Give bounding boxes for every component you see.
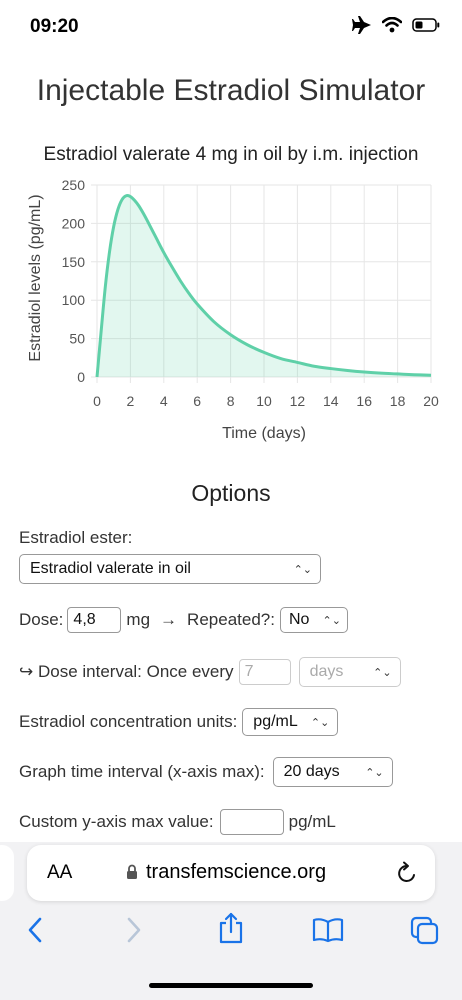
units-select-value: pg/mL <box>253 713 298 730</box>
lock-icon <box>127 864 137 879</box>
x-tick-label: 16 <box>356 393 372 409</box>
share-icon[interactable] <box>218 912 244 944</box>
x-axis-ticks: 0 2 4 6 8 10 12 14 16 18 20 <box>93 393 439 409</box>
graph-interval-row: Graph time interval (x-axis max): 20 day… <box>19 757 393 787</box>
ymax-row: Custom y-axis max value: pg/mL <box>19 809 336 835</box>
graph-interval-label: Graph time interval (x-axis max): <box>19 762 265 781</box>
y-axis-ticks: 0 50 100 150 200 250 <box>62 177 86 385</box>
ymax-unit: pg/mL <box>288 812 336 831</box>
ymax-input[interactable] <box>219 809 284 835</box>
repeated-label: Repeated?: <box>187 610 275 629</box>
bookmarks-icon[interactable] <box>312 917 344 943</box>
dose-interval-label: ↪ Dose interval: Once every <box>19 662 234 681</box>
status-icons <box>352 16 440 34</box>
x-tick-label: 8 <box>227 393 235 409</box>
x-tick-label: 6 <box>193 393 201 409</box>
y-tick-label: 250 <box>62 177 86 193</box>
x-tick-label: 10 <box>256 393 272 409</box>
dose-input[interactable]: 4,8 <box>67 607 122 633</box>
dose-label: Dose: <box>19 610 64 629</box>
dose-interval-row: ↪ Dose interval: Once every 7 days ⌃⌄ <box>19 657 401 687</box>
updown-chevron-icon: ⌃⌄ <box>365 766 384 779</box>
y-tick-label: 100 <box>62 292 86 308</box>
graph-interval-select[interactable]: 20 days ⌃⌄ <box>272 757 393 787</box>
airplane-icon <box>352 16 371 34</box>
dose-interval-unit-select[interactable]: days ⌃⌄ <box>298 657 401 687</box>
url-text[interactable]: transfemscience.org <box>146 861 326 884</box>
arrow-icon: → <box>160 610 178 629</box>
dose-interval-unit-value: days <box>309 663 344 680</box>
tabs-icon[interactable] <box>410 916 440 946</box>
home-indicator <box>149 983 313 988</box>
x-tick-label: 4 <box>160 393 168 409</box>
graph-interval-select-value: 20 days <box>283 763 340 780</box>
battery-icon <box>412 18 440 32</box>
ester-label: Estradiol ester: <box>19 528 133 547</box>
updown-chevron-icon: ⌃⌄ <box>310 716 330 729</box>
x-axis-label: Time (days) <box>222 425 306 442</box>
ester-select[interactable]: Estradiol valerate in oil ⌃⌄ <box>19 554 321 584</box>
updown-chevron-icon: ⌃⌄ <box>322 614 341 627</box>
x-tick-label: 0 <box>93 393 101 409</box>
estradiol-chart: 0 2 4 6 8 10 12 14 16 18 20 0 50 100 150 200 250 Time (… <box>27 177 439 442</box>
units-select[interactable]: pg/mL ⌃⌄ <box>242 708 339 736</box>
updown-chevron-icon: ⌃⌄ <box>293 563 312 576</box>
ester-row: Estradiol valerate in oil ⌃⌄ <box>19 554 321 584</box>
repeated-select[interactable]: No ⌃⌄ <box>279 607 348 633</box>
back-icon[interactable] <box>26 915 46 945</box>
units-label: Estradiol concentration units: <box>19 712 238 731</box>
reload-icon[interactable] <box>396 861 418 885</box>
repeated-select-value: No <box>288 611 310 628</box>
y-tick-label: 0 <box>77 369 85 385</box>
dose-input-value: 4,8 <box>73 611 96 628</box>
y-tick-label: 200 <box>62 215 86 231</box>
chart-title: Estradiol valerate 4 mg in oil by i.m. i… <box>43 144 419 165</box>
dose-row: Dose: 4,8 mg → Repeated?: No ⌃⌄ <box>19 607 348 633</box>
x-tick-label: 2 <box>127 393 135 409</box>
wifi-icon <box>382 17 402 33</box>
x-tick-label: 12 <box>290 393 306 409</box>
forward-icon[interactable] <box>124 915 144 945</box>
status-time: 09:20 <box>30 16 79 37</box>
y-tick-label: 50 <box>69 331 85 347</box>
x-tick-label: 14 <box>323 393 339 409</box>
dose-interval-value: 7 <box>244 663 254 680</box>
previous-tab-pill[interactable] <box>0 845 14 901</box>
units-row: Estradiol concentration units: pg/mL ⌃⌄ <box>19 708 339 736</box>
page-title: Injectable Estradiol Simulator <box>36 74 426 107</box>
ester-select-value: Estradiol valerate in oil <box>30 560 191 577</box>
ester-label-row: Estradiol ester: <box>19 528 132 548</box>
reader-text-size-button[interactable]: AA <box>47 862 72 884</box>
status-bar: 09:20 <box>0 0 462 52</box>
updown-chevron-icon: ⌃⌄ <box>373 666 392 679</box>
dose-unit: mg <box>126 610 151 629</box>
x-tick-label: 20 <box>423 393 439 409</box>
y-tick-label: 150 <box>62 254 86 270</box>
ymax-label: Custom y-axis max value: <box>19 812 214 831</box>
options-title: Options <box>191 480 271 506</box>
y-axis-label: Estradiol levels (pg/mL) <box>27 194 44 361</box>
x-tick-label: 18 <box>390 393 406 409</box>
dose-interval-input[interactable]: 7 <box>238 659 291 685</box>
